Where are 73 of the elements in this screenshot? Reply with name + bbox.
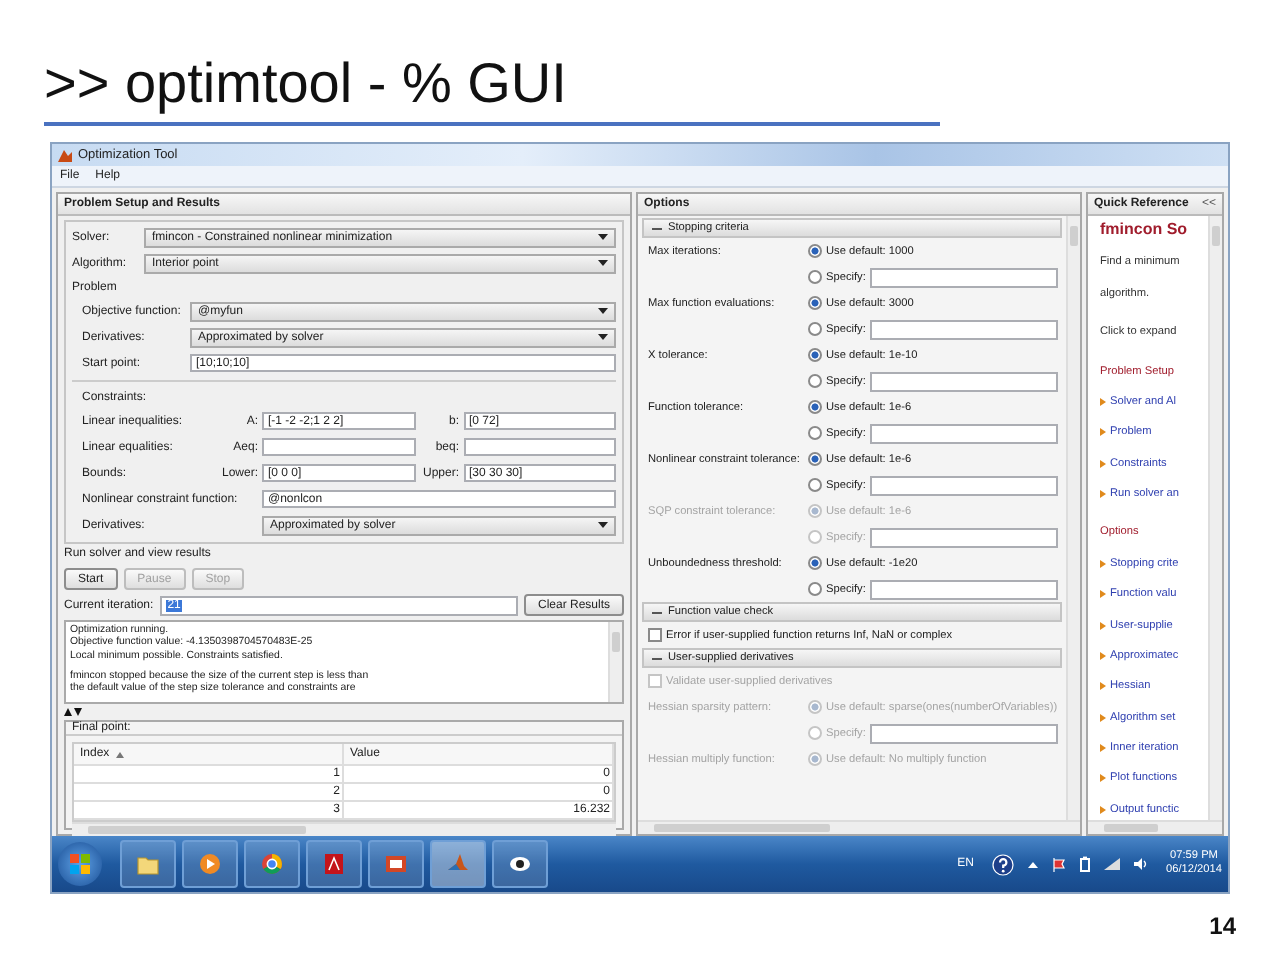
- triangle-icon: [1100, 397, 1106, 406]
- radio-button[interactable]: [808, 400, 822, 414]
- radio-button[interactable]: [808, 582, 822, 596]
- sort-icon: [115, 751, 124, 757]
- scrollbar[interactable]: [1208, 216, 1222, 820]
- radio-button[interactable]: [808, 270, 822, 284]
- text-field[interactable]: [869, 423, 1058, 443]
- ring-icon: [260, 852, 284, 876]
- text-field[interactable]: [869, 579, 1058, 599]
- triangle-icon: [1100, 774, 1106, 783]
- battery-icon[interactable]: [1080, 856, 1090, 872]
- app-icon: [58, 148, 72, 162]
- taskbar-button[interactable]: [492, 840, 548, 888]
- slides-icon: [384, 852, 408, 876]
- radio-button[interactable]: [808, 556, 822, 570]
- radio-button[interactable]: [808, 244, 822, 258]
- text-field[interactable]: [869, 475, 1058, 495]
- triangle-icon: [1100, 651, 1106, 660]
- document-icon: [322, 852, 346, 876]
- folder-icon: [136, 852, 160, 876]
- triangle-icon: [1100, 490, 1106, 498]
- caret-icon: [598, 260, 608, 266]
- minus-icon: [652, 223, 662, 233]
- triangle-icon: [1100, 559, 1106, 568]
- text-field[interactable]: [869, 319, 1058, 339]
- taskbar-button[interactable]: [120, 840, 176, 888]
- speaker-icon[interactable]: [1134, 858, 1148, 870]
- radio-button[interactable]: [808, 322, 822, 336]
- taskbar-button[interactable]: [368, 840, 424, 888]
- scrollbar[interactable]: [1066, 216, 1080, 820]
- start-button[interactable]: [58, 842, 102, 886]
- triangle-icon: [1100, 590, 1106, 599]
- text-field[interactable]: [869, 371, 1058, 391]
- page-number: 14: [1209, 912, 1236, 940]
- triangle-icon: [1100, 713, 1106, 722]
- peak-icon: [446, 852, 470, 876]
- eye-icon: [508, 852, 532, 876]
- flag-icon[interactable]: [1052, 857, 1066, 871]
- taskbar-button[interactable]: [244, 840, 300, 888]
- radio-button[interactable]: [808, 478, 822, 492]
- caret-up-icon[interactable]: [1028, 861, 1038, 867]
- windows-logo-icon: [68, 852, 92, 876]
- scrollbar[interactable]: [638, 820, 1080, 834]
- signal-icon[interactable]: [1104, 858, 1120, 870]
- triangle-icon: [1100, 621, 1106, 629]
- splitter-arrows-icon[interactable]: [64, 708, 82, 716]
- radio-button[interactable]: [808, 374, 822, 388]
- text-field[interactable]: [869, 267, 1058, 287]
- slide-title: >> optimtool - % GUI: [44, 52, 567, 116]
- caret-icon: [598, 308, 608, 314]
- radio-button[interactable]: [808, 452, 822, 466]
- triangle-icon: [1100, 805, 1106, 814]
- caret-icon: [598, 334, 608, 340]
- triangle-icon: [1100, 682, 1106, 691]
- triangle-icon: [1100, 459, 1106, 468]
- text-field[interactable]: [463, 438, 616, 456]
- checkbox[interactable]: [648, 628, 662, 642]
- help-title: fmincon So: [1100, 220, 1190, 238]
- triangle-icon: [1100, 744, 1106, 752]
- minus-icon: [652, 607, 662, 617]
- scrollbar[interactable]: [1088, 820, 1222, 834]
- triangle-icon: [1100, 428, 1106, 437]
- radio-button[interactable]: [808, 296, 822, 310]
- scrollbar[interactable]: [72, 822, 616, 836]
- play-icon: [198, 852, 222, 876]
- text-field[interactable]: [262, 438, 415, 456]
- minus-icon: [652, 653, 662, 663]
- scrollbar[interactable]: [608, 622, 622, 702]
- radio-button[interactable]: [808, 426, 822, 440]
- caret-icon: [598, 522, 608, 528]
- help-icon[interactable]: [992, 853, 1014, 875]
- radio-button[interactable]: [808, 348, 822, 362]
- caret-icon: [598, 234, 608, 240]
